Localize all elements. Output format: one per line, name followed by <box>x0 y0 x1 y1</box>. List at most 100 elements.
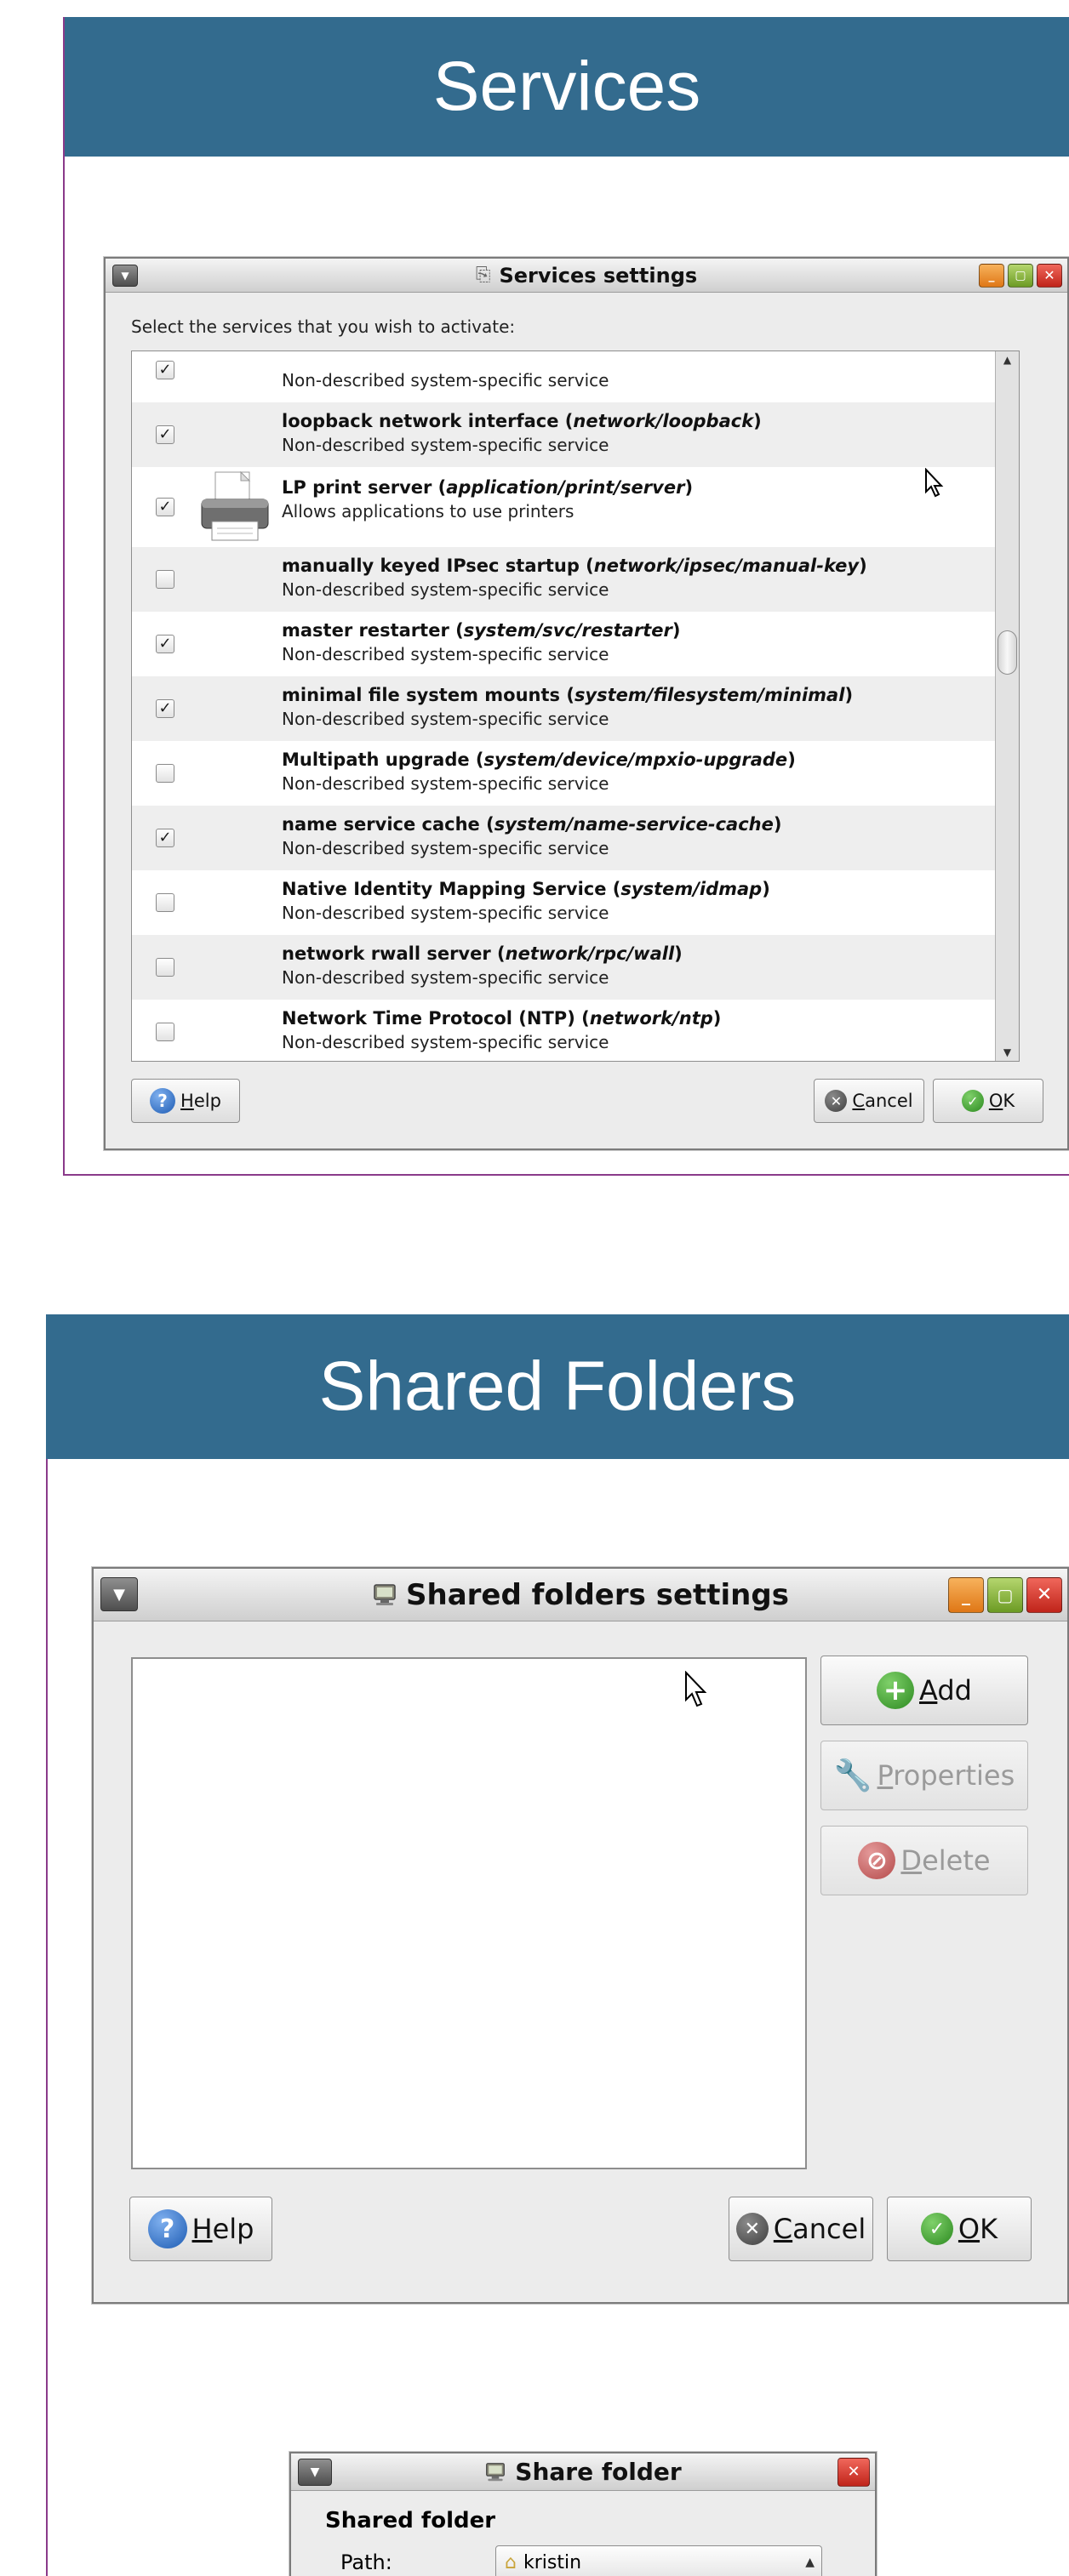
service-fmri: system/name-service-cache <box>494 814 774 835</box>
shared-folders-window: ▼ Shared folders settings _ ▢ ✕ + Add 🔧 … <box>92 1567 1069 2304</box>
service-description: Non-described system-specific service <box>282 644 609 664</box>
cancel-button[interactable]: ✕ Cancel <box>729 2197 873 2261</box>
delete-mnemonic: D <box>900 1844 923 1877</box>
minimize-button[interactable]: _ <box>948 1576 984 1613</box>
delete-icon: ⊘ <box>858 1842 896 1879</box>
properties-label-rest: roperties <box>893 1759 1015 1792</box>
service-title: network rwall server (network/rpc/wall) <box>282 943 683 964</box>
cancel-button[interactable]: ✕ Cancel <box>814 1079 924 1123</box>
maximize-button[interactable]: ▢ <box>987 1576 1023 1613</box>
instruction-label: Select the services that you wish to act… <box>131 316 516 337</box>
path-combo[interactable]: ⌂ kristin ▲ <box>495 2545 822 2576</box>
scroll-thumb[interactable] <box>998 630 1017 675</box>
services-scrollbar[interactable]: ▲ ▼ <box>995 351 1019 1061</box>
service-name: Multipath upgrade ( <box>282 749 484 770</box>
service-row[interactable]: ✓ master restarter (system/svc/restarter)… <box>132 612 1019 676</box>
help-button[interactable]: ? Help <box>131 1079 240 1123</box>
service-checkbox[interactable]: ✓ <box>156 361 174 379</box>
window-menu-button[interactable]: ▼ <box>100 1577 138 1611</box>
services-list[interactable]: ✓ Non-described system-specific service ✓ l… <box>131 350 1020 1062</box>
service-row[interactable]: ✓ LP print server (application/print/serv… <box>132 467 1019 547</box>
service-row[interactable]: Multipath upgrade (system/device/mpxio-u… <box>132 741 1019 806</box>
cancel-icon: ✕ <box>735 2213 769 2245</box>
window-menu-button[interactable]: ▼ <box>112 265 138 287</box>
service-row[interactable]: network rwall server (network/rpc/wall) N… <box>132 935 1019 1000</box>
properties-mnemonic: P <box>877 1759 894 1792</box>
help-button[interactable]: ? Help <box>129 2197 272 2261</box>
cancel-icon: ✕ <box>825 1090 848 1112</box>
service-title: master restarter (system/svc/restarter) <box>282 620 680 641</box>
shared-folders-titlebar[interactable]: ▼ Shared folders settings _ ▢ ✕ <box>94 1569 1067 1621</box>
service-checkbox[interactable] <box>156 764 174 783</box>
service-description: Non-described system-specific service <box>282 579 609 600</box>
service-checkbox[interactable] <box>156 958 174 977</box>
service-description: Non-described system-specific service <box>282 1032 609 1052</box>
service-description: Non-described system-specific service <box>282 967 609 988</box>
services-titlebar[interactable]: ▼ ⎘ Services settings _ ▢ ✕ <box>106 259 1067 293</box>
service-name-end: ) <box>859 556 867 576</box>
window-menu-button[interactable]: ▼ <box>298 2459 332 2486</box>
path-label: Path: <box>340 2550 392 2574</box>
service-checkbox[interactable] <box>156 570 174 589</box>
service-row[interactable]: ✓ Non-described system-specific service <box>132 351 1019 402</box>
service-name-end: ) <box>674 943 683 964</box>
service-checkbox[interactable] <box>156 1023 174 1041</box>
ok-button[interactable]: ✓ OK <box>933 1079 1043 1123</box>
minimize-icon: _ <box>988 268 995 282</box>
delete-button[interactable]: ⊘ Delete <box>820 1826 1028 1895</box>
service-row[interactable]: Native Identity Mapping Service (system/… <box>132 870 1019 935</box>
close-button[interactable]: ✕ <box>837 2457 870 2487</box>
service-description: Allows applications to use printers <box>282 501 575 521</box>
help-mnemonic: H <box>180 1091 194 1111</box>
service-fmri: network/rpc/wall <box>505 943 675 964</box>
service-fmri: system/device/mpxio-upgrade <box>483 749 788 770</box>
minimize-button[interactable]: _ <box>979 263 1004 288</box>
service-checkbox[interactable]: ✓ <box>156 635 174 653</box>
add-button[interactable]: + Add <box>820 1656 1028 1725</box>
shared-folder-group-label: Shared folder <box>325 2508 496 2533</box>
chevron-down-icon: ▼ <box>113 1585 125 1604</box>
minimize-icon: _ <box>962 1584 970 1605</box>
close-button[interactable]: ✕ <box>1037 263 1062 288</box>
service-fmri: network/ipsec/manual-key <box>593 556 860 576</box>
service-fmri: system/svc/restarter <box>463 620 672 641</box>
service-description: Non-described system-specific service <box>282 435 609 455</box>
share-folder-titlebar[interactable]: ▼ Share folder ✕ <box>291 2453 875 2491</box>
window-title: Shared folders settings <box>406 1577 789 1612</box>
service-checkbox[interactable]: ✓ <box>156 829 174 847</box>
cancel-mnemonic: C <box>773 2213 793 2245</box>
service-name: Native Identity Mapping Service ( <box>282 879 621 899</box>
add-mnemonic: A <box>919 1674 938 1707</box>
ok-label-rest: K <box>980 2213 998 2245</box>
close-icon: ✕ <box>1036 1584 1053 1605</box>
scroll-down-arrow[interactable]: ▼ <box>996 1044 1019 1061</box>
service-checkbox[interactable]: ✓ <box>156 699 174 718</box>
service-checkbox[interactable]: ✓ <box>156 425 174 444</box>
maximize-button[interactable]: ▢ <box>1008 263 1033 288</box>
help-icon: ? <box>150 1088 176 1114</box>
ok-button[interactable]: ✓ OK <box>887 2197 1032 2261</box>
service-row[interactable]: ✓ minimal file system mounts (system/file… <box>132 676 1019 741</box>
ok-label-rest: K <box>1003 1091 1015 1111</box>
close-button[interactable]: ✕ <box>1026 1576 1062 1613</box>
service-row[interactable]: manually keyed IPsec startup (network/ip… <box>132 547 1019 612</box>
add-icon: + <box>877 1672 915 1709</box>
service-row[interactable]: Network Time Protocol (NTP) (network/ntp… <box>132 1000 1019 1061</box>
path-value: kristin <box>523 2551 582 2573</box>
maximize-icon: ▢ <box>997 1584 1014 1605</box>
service-checkbox[interactable]: ✓ <box>156 498 174 516</box>
service-row[interactable]: ✓ loopback network interface (network/loo… <box>132 402 1019 467</box>
service-name-end: ) <box>787 749 796 770</box>
help-icon: ? <box>147 2209 187 2248</box>
service-title: Native Identity Mapping Service (system/… <box>282 879 770 899</box>
service-name-end: ) <box>762 879 770 899</box>
scroll-up-arrow[interactable]: ▲ <box>996 351 1019 368</box>
service-description: Non-described system-specific service <box>282 773 609 794</box>
shared-folders-list[interactable] <box>131 1657 807 2169</box>
service-title: loopback network interface (network/loop… <box>282 411 762 431</box>
service-checkbox[interactable] <box>156 893 174 912</box>
service-title: name service cache (system/name-service-… <box>282 814 781 835</box>
service-row[interactable]: ✓ name service cache (system/name-service… <box>132 806 1019 870</box>
properties-button[interactable]: 🔧 Properties <box>820 1741 1028 1810</box>
service-name: loopback network interface ( <box>282 411 574 431</box>
